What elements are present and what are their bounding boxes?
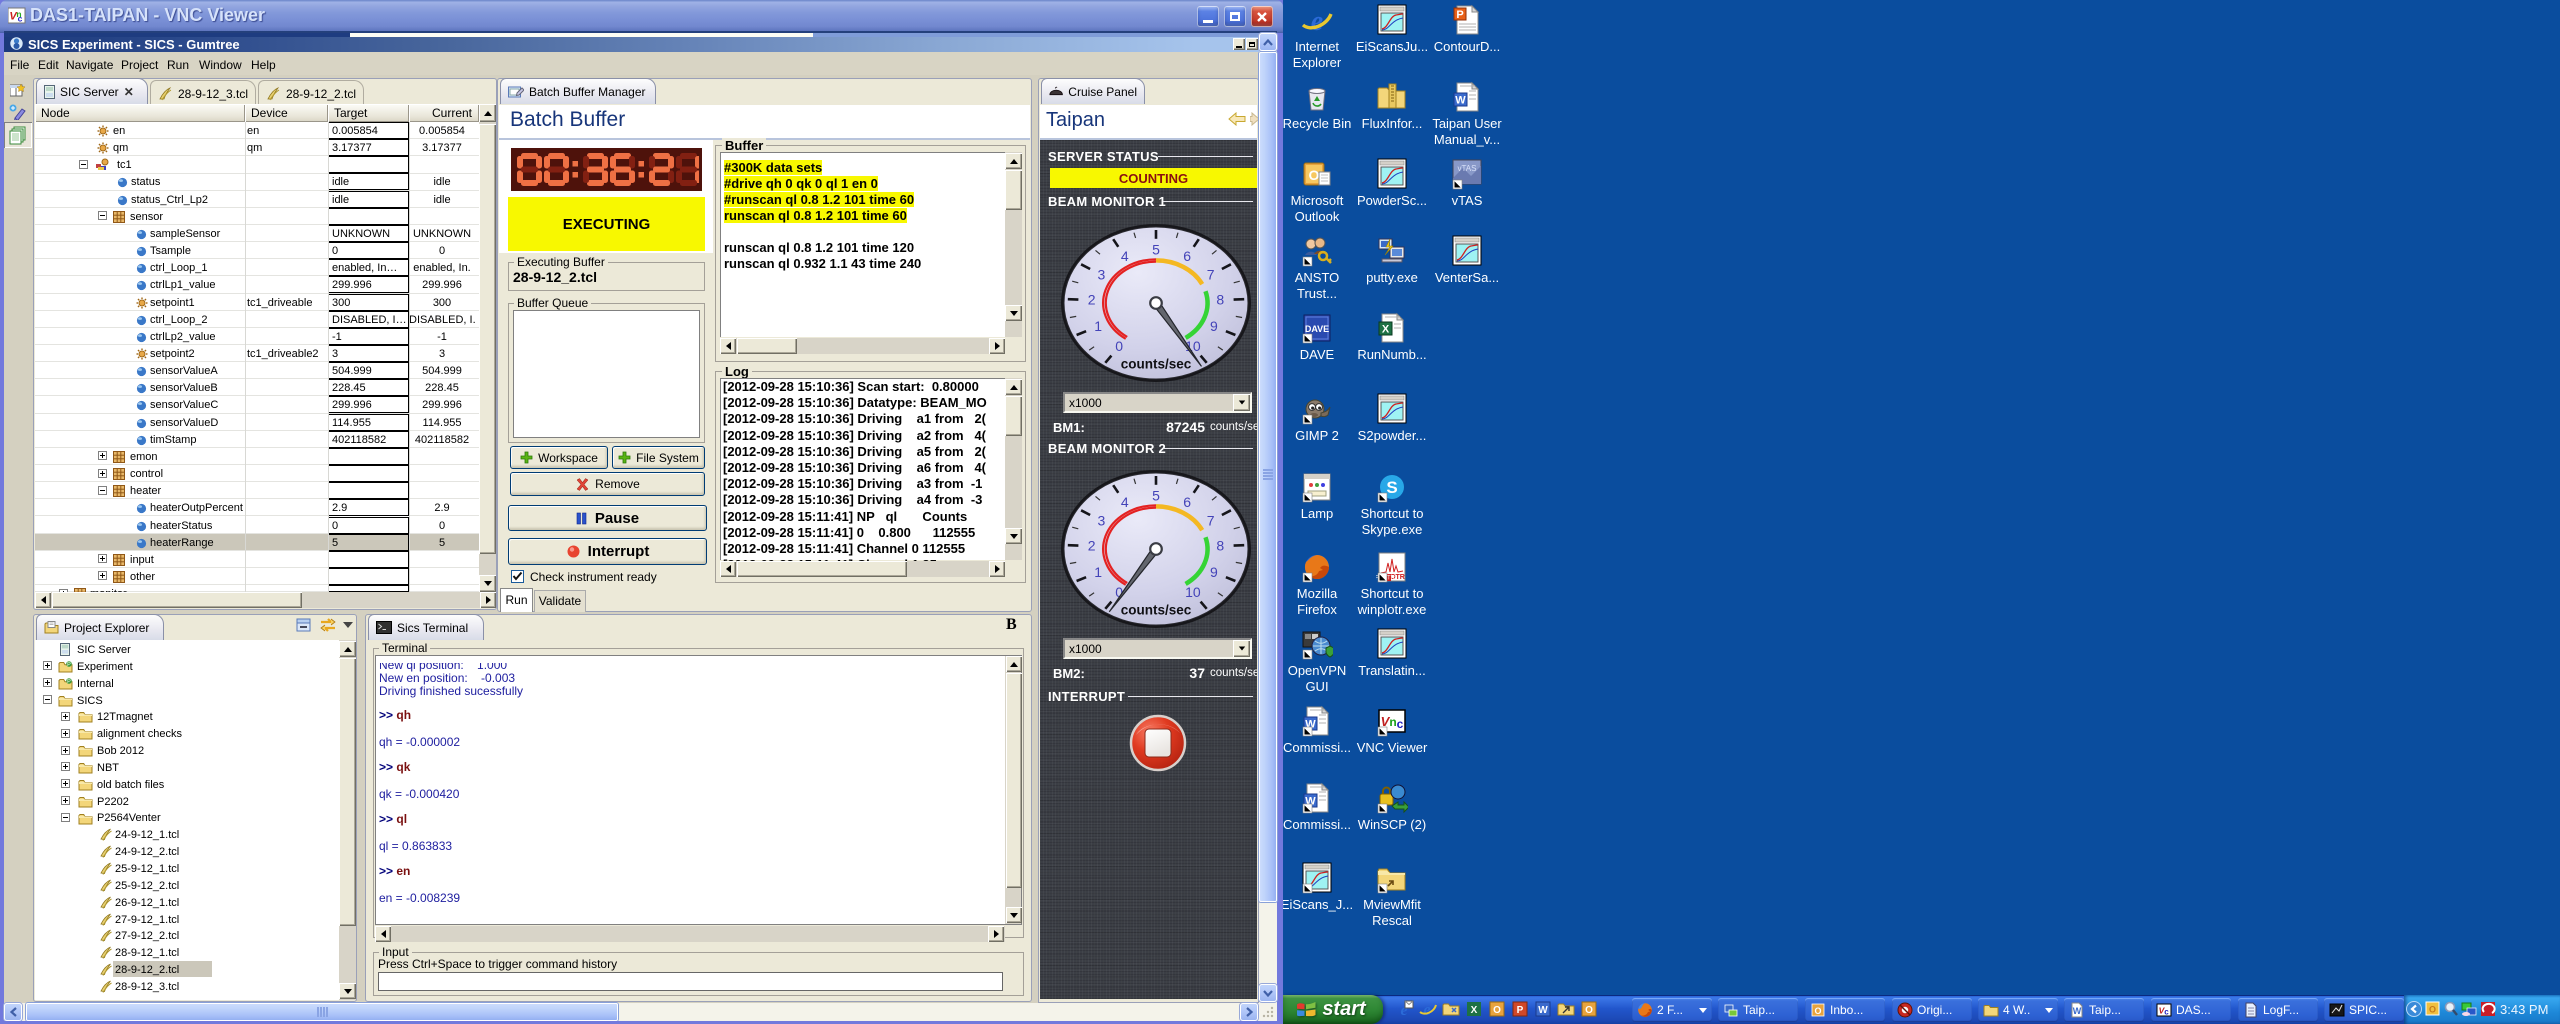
svg-text:c: c [18,14,23,24]
svg-text:e: e [1423,1000,1431,1018]
svg-text:P: P [1456,9,1463,21]
svg-text:X: X [1471,1005,1478,1016]
svg-text:P: P [67,662,71,668]
svg-text:2: 2 [1088,292,1096,308]
svg-text:S: S [1386,478,1397,497]
svg-text:6: 6 [1183,494,1191,510]
svg-text:5: 5 [1152,241,1160,257]
svg-text:7: 7 [1207,512,1215,528]
svg-text:DAVE: DAVE [1305,324,1329,334]
svg-text:6: 6 [1183,248,1191,264]
svg-text:0: 0 [1115,338,1123,354]
svg-text:3: 3 [1098,512,1106,528]
svg-text:counts/sec: counts/sec [1121,356,1192,371]
svg-text:9: 9 [1210,564,1218,580]
svg-text:vTAS: vTAS [1458,164,1477,173]
svg-text:8: 8 [1216,538,1224,554]
svg-text:2: 2 [1088,538,1096,554]
svg-text:4: 4 [1121,494,1129,510]
svg-text:P: P [67,679,71,685]
svg-text:1: 1 [1094,564,1102,580]
svg-text:7: 7 [1207,266,1215,282]
svg-text:X: X [1382,324,1390,336]
svg-text:O: O [2429,1005,2436,1015]
svg-text:W: W [2073,1006,2082,1016]
svg-text:O: O [1814,1006,1821,1016]
svg-text:O: O [1493,1005,1501,1016]
svg-text:10: 10 [1185,584,1201,600]
svg-text:counts/sec: counts/sec [1121,602,1192,617]
svg-text:c: c [2164,1008,2169,1017]
svg-text:c: c [1397,717,1404,731]
svg-text:O: O [1585,1005,1593,1016]
svg-text:9: 9 [1210,318,1218,334]
svg-text:1: 1 [1094,318,1102,334]
svg-text:3: 3 [1098,266,1106,282]
svg-text:W: W [1455,95,1466,107]
svg-text:P: P [1517,1005,1524,1016]
svg-text:4: 4 [1121,248,1129,264]
svg-text:n: n [1389,715,1396,729]
svg-text:W: W [1538,1005,1548,1016]
svg-text:O: O [1309,167,1320,183]
svg-text:e: e [1311,6,1323,36]
svg-text:5: 5 [1152,487,1160,503]
svg-text:8: 8 [1216,292,1224,308]
